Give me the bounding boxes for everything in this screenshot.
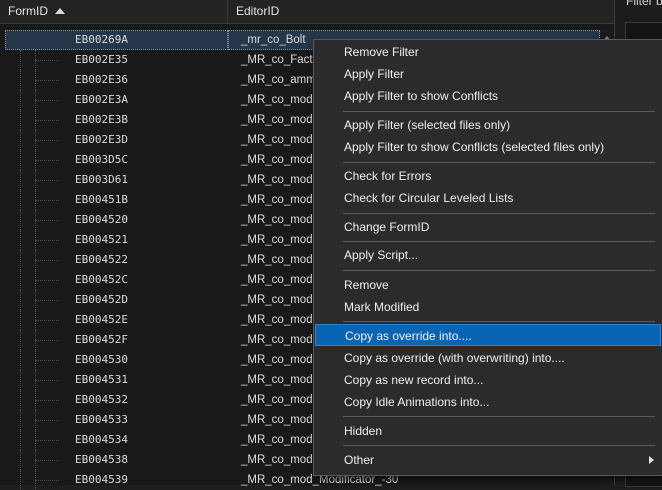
submenu-arrow-icon bbox=[649, 456, 654, 464]
menu-item-apply-filter[interactable]: Apply Filter bbox=[315, 63, 661, 85]
menu-item-copy-as-override[interactable]: Copy as override into.... bbox=[315, 324, 661, 346]
menu-item-change-formid[interactable]: Change FormID bbox=[315, 216, 661, 238]
menu-item-remove[interactable]: Remove bbox=[315, 274, 661, 296]
formid-cell: EB004521 bbox=[75, 233, 128, 246]
menu-item-apply-filter-selected[interactable]: Apply Filter (selected files only) bbox=[315, 114, 661, 136]
formid-cell: EB004520 bbox=[75, 213, 128, 226]
formid-cell: EB004530 bbox=[75, 353, 128, 366]
editorid-column-header[interactable]: EditorID bbox=[228, 0, 614, 23]
context-menu: Remove Filter Apply Filter Apply Filter … bbox=[313, 39, 662, 476]
formid-cell: EB002E3A bbox=[75, 93, 128, 106]
menu-separator bbox=[343, 270, 655, 271]
column-header: FormID EditorID bbox=[0, 0, 614, 24]
menu-item-apply-filter-conflicts[interactable]: Apply Filter to show Conflicts bbox=[315, 85, 661, 107]
menu-item-apply-filter-conflicts-selected[interactable]: Apply Filter to show Conflicts (selected… bbox=[315, 136, 661, 158]
formid-cell: EB004534 bbox=[75, 433, 128, 446]
formid-cell: EB00452D bbox=[75, 293, 128, 306]
menu-separator bbox=[343, 241, 655, 242]
formid-cell: EB002E36 bbox=[75, 73, 128, 86]
menu-item-check-circular-lists[interactable]: Check for Circular Leveled Lists bbox=[315, 187, 661, 209]
formid-cell: EB00452C bbox=[75, 273, 128, 286]
menu-item-remove-filter[interactable]: Remove Filter bbox=[315, 41, 661, 63]
formid-cell: EB002E3B bbox=[75, 113, 128, 126]
formid-cell: EB004539 bbox=[75, 473, 128, 486]
menu-item-other-label: Other bbox=[344, 453, 375, 467]
formid-cell: EB002E3D bbox=[75, 133, 128, 146]
menu-item-copy-as-override-overwriting[interactable]: Copy as override (with overwriting) into… bbox=[315, 347, 661, 369]
menu-item-hidden[interactable]: Hidden bbox=[315, 420, 661, 442]
menu-item-copy-as-new-record[interactable]: Copy as new record into... bbox=[315, 369, 661, 391]
menu-item-other[interactable]: Other bbox=[315, 449, 661, 471]
formid-cell: EB004533 bbox=[75, 413, 128, 426]
formid-cell: EB004538 bbox=[75, 453, 128, 466]
formid-cell: EB00452E bbox=[75, 313, 128, 326]
formid-column-header[interactable]: FormID bbox=[0, 0, 228, 23]
menu-separator bbox=[343, 416, 655, 417]
formid-cell: EB004531 bbox=[75, 373, 128, 386]
filter-panel-label: Filter b bbox=[626, 0, 662, 8]
menu-separator bbox=[343, 111, 655, 112]
formid-cell: EB004522 bbox=[75, 253, 128, 266]
menu-separator bbox=[343, 162, 655, 163]
menu-item-mark-modified[interactable]: Mark Modified bbox=[315, 296, 661, 318]
formid-cell: EB00269A bbox=[5, 30, 228, 50]
menu-item-check-errors[interactable]: Check for Errors bbox=[315, 165, 661, 187]
formid-cell: EB004532 bbox=[75, 393, 128, 406]
menu-item-copy-idle-animations[interactable]: Copy Idle Animations into... bbox=[315, 391, 661, 413]
menu-separator bbox=[343, 445, 655, 446]
editorid-header-label: EditorID bbox=[236, 4, 280, 18]
formid-header-label: FormID bbox=[8, 4, 48, 18]
sort-ascending-icon bbox=[55, 8, 65, 14]
menu-item-apply-script[interactable]: Apply Script... bbox=[315, 244, 661, 266]
formid-cell: EB00452F bbox=[75, 333, 128, 346]
menu-separator bbox=[343, 213, 655, 214]
formid-cell: EB003D5C bbox=[75, 153, 128, 166]
formid-cell: EB00451B bbox=[75, 193, 128, 206]
menu-separator bbox=[343, 321, 655, 322]
formid-cell: EB002E35 bbox=[75, 53, 128, 66]
formid-cell: EB003D61 bbox=[75, 173, 128, 186]
